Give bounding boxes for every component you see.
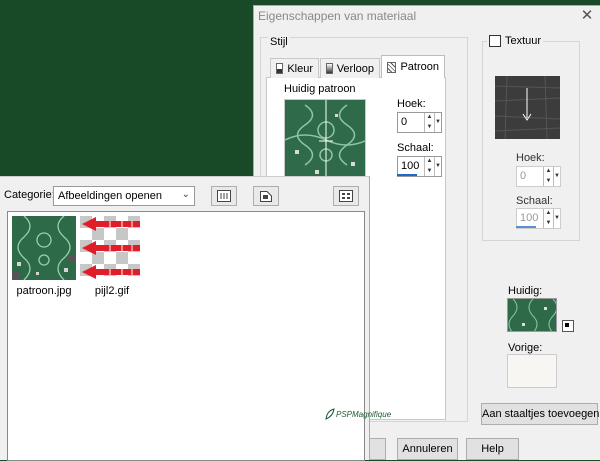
gradient-tab-icon — [326, 63, 333, 74]
spin-arrows-icon[interactable]: ▲ ▼ — [424, 157, 434, 176]
pattern-preview-image — [285, 100, 365, 180]
texture-angle-label: Hoek: — [516, 152, 545, 164]
pattern-file-thumbnail[interactable] — [12, 216, 76, 280]
current-pattern-swatch[interactable] — [284, 99, 366, 181]
tab-gradient-label: Verloop — [336, 62, 374, 75]
texture-image — [495, 76, 560, 139]
tab-pattern[interactable]: Patroon — [381, 55, 445, 78]
browse-folder-button[interactable] — [253, 186, 279, 206]
category-label: Categorie: — [4, 189, 55, 201]
thumbnails-icon — [339, 190, 353, 202]
arrow-thumbnail-image — [80, 216, 140, 279]
category-select[interactable]: Afbeeldingen openen ⌄ — [53, 186, 195, 206]
watermark: PSPMagnifique — [325, 408, 391, 420]
spin-arrows-icon[interactable]: ▲ ▼ — [543, 209, 553, 228]
cancel-button[interactable]: Annuleren — [397, 438, 458, 460]
texture-angle-value: 0 — [520, 170, 527, 182]
current-pattern-label: Huidig patroon — [284, 83, 356, 95]
current-label: Huidig: — [508, 285, 543, 297]
spin-arrows-icon[interactable]: ▲ ▼ — [424, 113, 434, 132]
category-value: Afbeeldingen openen — [58, 190, 162, 202]
dropdown-arrow-icon[interactable]: ▼ — [434, 157, 441, 176]
texture-preview[interactable] — [495, 76, 560, 139]
pattern-thumbnail-image — [12, 216, 76, 280]
file-thumbnail-area: patroon.jpg pijl2.gif — [7, 211, 365, 461]
spin-arrows-icon[interactable]: ▲ ▼ — [543, 167, 553, 186]
angle-label: Hoek: — [397, 98, 426, 110]
previous-material-swatch[interactable] — [507, 354, 557, 388]
resource-manager-button[interactable] — [211, 186, 237, 206]
grid-view-icon — [217, 190, 231, 202]
angle-value: 0 — [401, 116, 408, 128]
add-to-swatches-button[interactable]: Aan staaltjes toevoegen... — [481, 403, 600, 425]
current-material-image — [508, 299, 556, 331]
help-button[interactable]: Help — [466, 438, 519, 460]
dropdown-arrow-icon[interactable]: ▼ — [553, 209, 560, 228]
tab-color[interactable]: Kleur — [270, 58, 319, 78]
view-options-button[interactable] — [333, 186, 359, 206]
checkbox-icon[interactable] — [489, 35, 501, 47]
current-material-swatch — [507, 298, 557, 332]
texture-label: Textuur — [505, 35, 542, 47]
tab-gradient[interactable]: Verloop — [320, 58, 380, 78]
angle-spinner[interactable]: 0 ▲ ▼ ▼ — [397, 112, 442, 133]
texture-scale-label: Schaal: — [516, 195, 553, 207]
texture-angle-spinner[interactable]: 0 ▲ ▼ ▼ — [516, 166, 561, 187]
style-label: Stijl — [268, 36, 290, 48]
chevron-down-icon: ⌄ — [181, 189, 190, 200]
tab-color-label: Kleur — [287, 62, 313, 75]
folder-icon — [260, 191, 272, 202]
color-tab-icon — [276, 63, 284, 74]
dialog-title: Eigenschappen van materiaal — [258, 9, 417, 23]
arrow-file-thumbnail[interactable] — [80, 216, 144, 280]
dropdown-arrow-icon[interactable]: ▼ — [434, 113, 441, 132]
scale-slider-indicator — [397, 174, 417, 176]
dropdown-arrow-icon[interactable]: ▼ — [553, 167, 560, 186]
close-icon[interactable]: ✕ — [579, 8, 595, 24]
texture-checkbox[interactable]: Textuur — [487, 35, 544, 47]
pattern-file-name: patroon.jpg — [16, 285, 72, 297]
watermark-leaf-icon — [325, 408, 335, 420]
pattern-browser-panel: Categorie: Afbeeldingen openen ⌄ patroon… — [0, 176, 391, 461]
tab-pattern-label: Patroon — [400, 61, 439, 73]
pattern-tab-icon — [387, 61, 397, 73]
arrow-file-name: pijl2.gif — [94, 285, 130, 297]
texture-scale-indicator — [516, 226, 536, 228]
watermark-text: PSPMagnifique — [336, 409, 392, 419]
scale-label: Schaal: — [397, 142, 434, 154]
previous-label: Vorige: — [508, 342, 543, 354]
mini-swatch-button[interactable] — [562, 320, 574, 332]
